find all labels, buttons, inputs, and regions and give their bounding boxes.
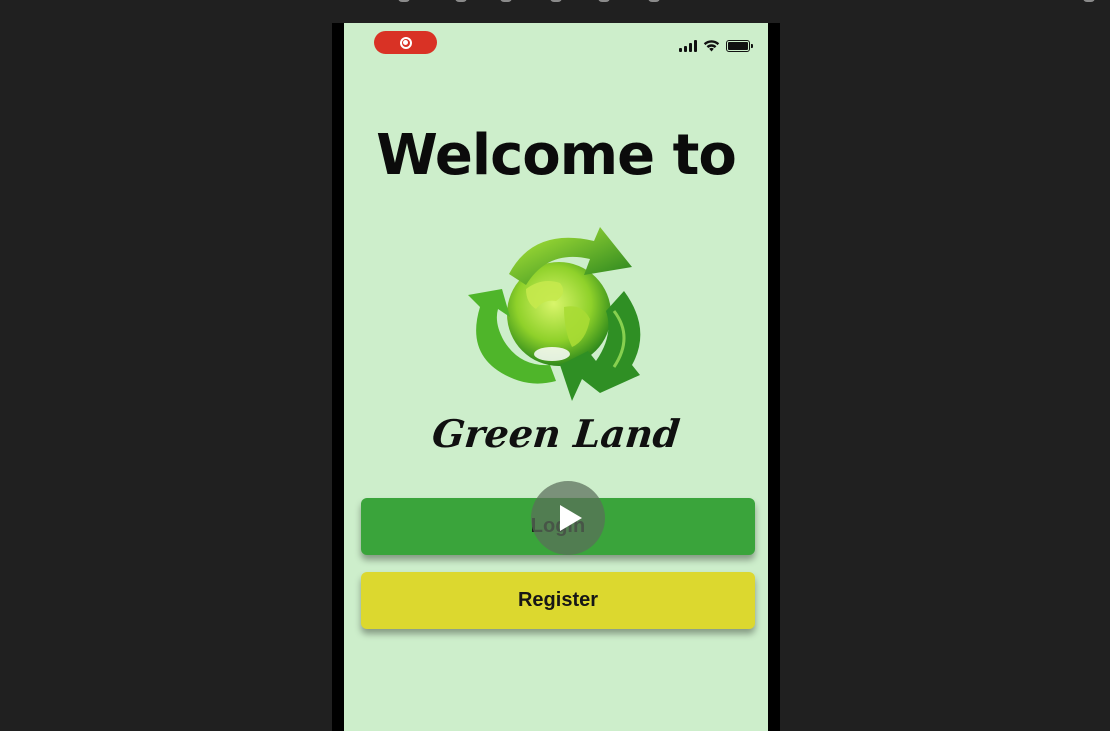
cellular-signal-icon bbox=[679, 39, 697, 52]
toolbar-icon[interactable] bbox=[598, 0, 610, 2]
toolbar-icon[interactable] bbox=[455, 0, 467, 2]
brand-name: Green Land bbox=[430, 411, 682, 456]
play-button[interactable] bbox=[531, 481, 605, 555]
toolbar-icon[interactable] bbox=[550, 0, 562, 2]
battery-icon bbox=[726, 39, 753, 52]
toolbar-icon[interactable] bbox=[500, 0, 512, 2]
phone-frame: Welcome to Green Land Register bbox=[332, 23, 780, 731]
play-icon bbox=[560, 505, 582, 531]
recycle-globe-logo bbox=[468, 227, 641, 401]
app-screen: Welcome to Green Land Register bbox=[344, 23, 768, 731]
toolbar-glyphs bbox=[0, 0, 1110, 4]
toolbar-icon[interactable] bbox=[1083, 0, 1095, 2]
toolbar-icon[interactable] bbox=[398, 0, 410, 2]
toolbar-icon[interactable] bbox=[648, 0, 660, 2]
screen-record-icon bbox=[399, 36, 412, 49]
welcome-heading: Welcome to bbox=[376, 123, 737, 188]
video-player-stage: Welcome to Green Land Register bbox=[0, 0, 1110, 731]
wifi-icon bbox=[703, 40, 720, 52]
register-button[interactable]: Register bbox=[361, 572, 755, 629]
status-bar-icons bbox=[679, 39, 753, 52]
screen-record-indicator[interactable] bbox=[374, 31, 437, 54]
